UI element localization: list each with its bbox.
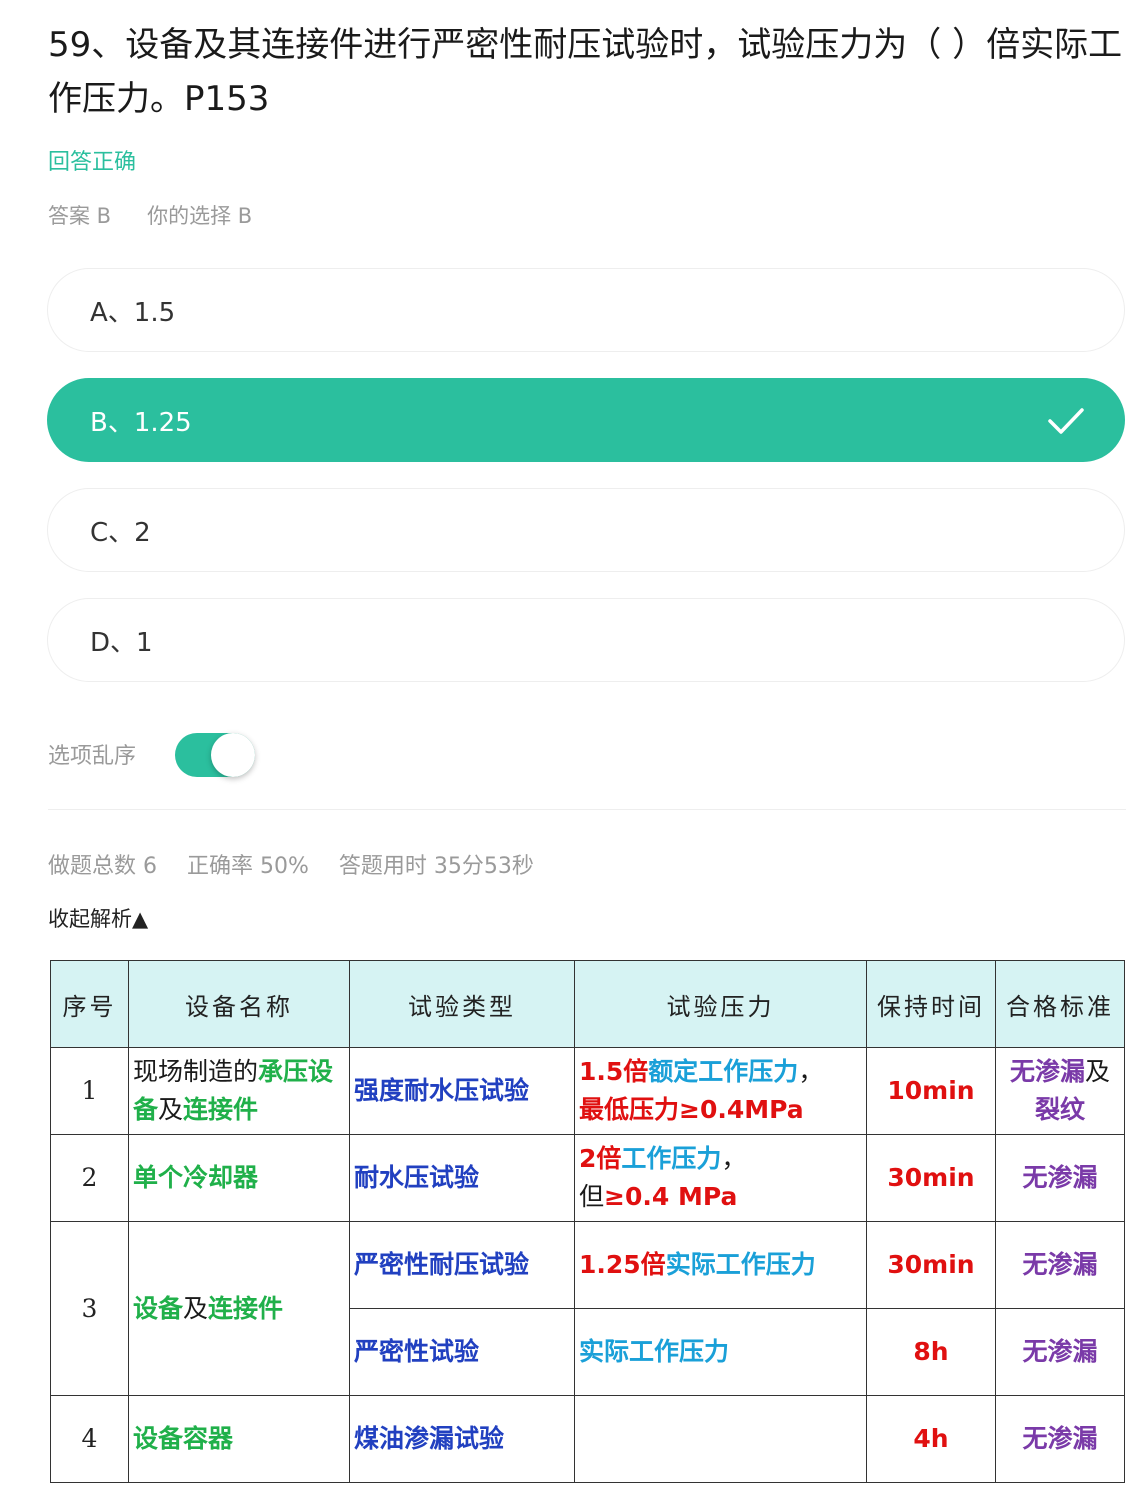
pass-standard: 无渗漏 bbox=[995, 1395, 1125, 1483]
test-type: 强度耐水压试验 bbox=[349, 1047, 575, 1135]
shuffle-toggle[interactable] bbox=[175, 733, 255, 777]
pass-standard: 无渗漏及 裂纹 bbox=[995, 1047, 1125, 1135]
divider bbox=[48, 809, 1126, 810]
correct-answer: 答案 B bbox=[48, 204, 112, 228]
chosen-answer: 你的选择 B bbox=[147, 204, 253, 228]
table-row: 1 现场制造的承压设备及连接件 强度耐水压试验 1.5倍额定工作压力， 最低压力≥… bbox=[50, 1047, 1125, 1135]
hold-time: 30min bbox=[866, 1221, 996, 1309]
table-row: 2 单个冷却器 耐水压试验 2倍工作压力， 但≥0.4 MPa 30min 无渗漏 bbox=[50, 1134, 1125, 1222]
option-c[interactable]: C、2 bbox=[47, 488, 1125, 572]
option-label: A、1.5 bbox=[90, 297, 176, 328]
test-type: 煤油渗漏试验 bbox=[349, 1395, 575, 1483]
answer-info: 答案 B 你的选择 B bbox=[48, 200, 252, 230]
pass-standard: 无渗漏 bbox=[995, 1221, 1125, 1309]
header-cell: 保持时间 bbox=[866, 960, 996, 1048]
test-pressure: 1.25倍实际工作压力 bbox=[574, 1221, 867, 1309]
table-row: 3 设备及连接件 严密性耐压试验 1.25倍实际工作压力 30min 无渗漏 bbox=[50, 1221, 1125, 1396]
stat-total: 做题总数 6 bbox=[48, 854, 157, 879]
header-cell: 试验类型 bbox=[349, 960, 575, 1048]
header-cell: 设备名称 bbox=[128, 960, 350, 1048]
option-label: C、2 bbox=[90, 517, 151, 548]
device-name: 设备及连接件 bbox=[128, 1221, 350, 1396]
header-cell: 序号 bbox=[50, 960, 129, 1048]
option-d[interactable]: D、1 bbox=[47, 598, 1125, 682]
hold-time: 10min bbox=[866, 1047, 996, 1135]
shuffle-label: 选项乱序 bbox=[48, 744, 137, 769]
stat-rate: 正确率 50% bbox=[187, 854, 309, 879]
option-label: D、1 bbox=[90, 627, 153, 658]
option-label: B、1.25 bbox=[90, 407, 192, 438]
hold-time: 8h bbox=[866, 1308, 996, 1396]
stat-time: 答题用时 35分53秒 bbox=[338, 854, 534, 879]
test-type: 严密性耐压试验 bbox=[349, 1221, 575, 1309]
device-name: 现场制造的承压设备及连接件 bbox=[128, 1047, 350, 1135]
analysis-table: 序号 设备名称 试验类型 试验压力 保持时间 合格标准 1 现场制造的承压设备及… bbox=[50, 960, 1125, 1483]
hold-time: 4h bbox=[866, 1395, 996, 1483]
test-pressure: 1.5倍额定工作压力， 最低压力≥0.4MPa bbox=[574, 1047, 867, 1135]
collapse-analysis-button[interactable]: 收起解析▲ bbox=[48, 903, 148, 933]
option-b[interactable]: B、1.25 bbox=[47, 378, 1125, 462]
hold-time: 30min bbox=[866, 1134, 996, 1222]
row-number: 1 bbox=[50, 1047, 129, 1135]
check-icon bbox=[1048, 408, 1084, 434]
test-pressure bbox=[574, 1395, 867, 1483]
test-pressure: 2倍工作压力， 但≥0.4 MPa bbox=[574, 1134, 867, 1222]
header-cell: 合格标准 bbox=[995, 960, 1125, 1048]
option-a[interactable]: A、1.5 bbox=[47, 268, 1125, 352]
device-name: 单个冷却器 bbox=[128, 1134, 350, 1222]
pass-standard: 无渗漏 bbox=[995, 1134, 1125, 1222]
table-header-row: 序号 设备名称 试验类型 试验压力 保持时间 合格标准 bbox=[50, 960, 1125, 1048]
question-text: 59、设备及其连接件进行严密性耐压试验时，试验压力为（ ）倍实际工作压力。P15… bbox=[48, 25, 1123, 119]
row-number: 4 bbox=[50, 1395, 129, 1483]
row-number: 3 bbox=[50, 1221, 129, 1396]
header-cell: 试验压力 bbox=[574, 960, 867, 1048]
test-pressure: 实际工作压力 bbox=[574, 1308, 867, 1396]
stats-bar: 做题总数 6 正确率 50% 答题用时 35分53秒 bbox=[48, 848, 534, 880]
pass-standard: 无渗漏 bbox=[995, 1308, 1125, 1396]
row-number: 2 bbox=[50, 1134, 129, 1222]
device-name: 设备容器 bbox=[128, 1395, 350, 1483]
toggle-knob bbox=[211, 733, 255, 777]
result-status: 回答正确 bbox=[48, 150, 137, 175]
test-type: 耐水压试验 bbox=[349, 1134, 575, 1222]
test-type: 严密性试验 bbox=[349, 1308, 575, 1396]
table-row: 4 设备容器 煤油渗漏试验 4h 无渗漏 bbox=[50, 1395, 1125, 1483]
